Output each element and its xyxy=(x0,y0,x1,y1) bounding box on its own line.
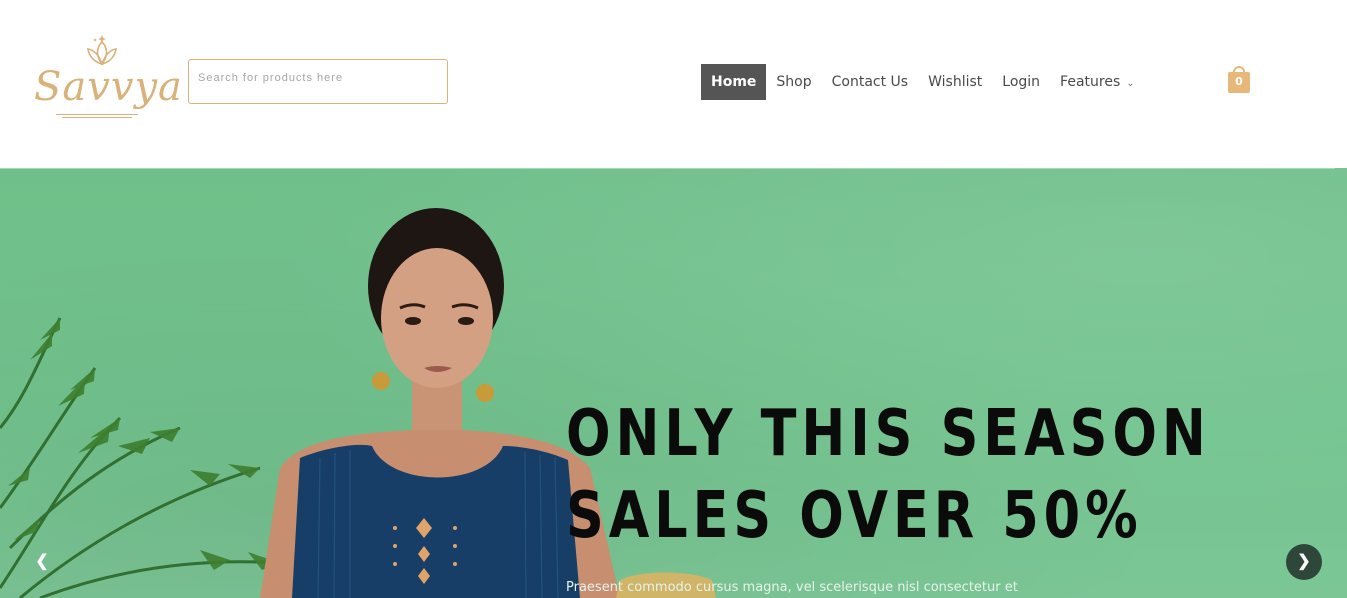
palm-leaves xyxy=(8,318,280,570)
site-header: Savvya Home Shop Contact Us Wishlist Log… xyxy=(0,0,1347,168)
chevron-down-icon: ⌄ xyxy=(1126,78,1135,89)
hero-subtext: Praesent commodo cursus magna, vel scele… xyxy=(566,580,1018,595)
hero-headline-line1: ONLY THIS SEASON xyxy=(566,397,1211,471)
nav-login[interactable]: Login xyxy=(992,64,1050,100)
chevron-right-icon: ❯ xyxy=(1297,553,1311,570)
hero-headline: ONLY THIS SEASON SALES OVER 50% xyxy=(566,393,1211,557)
logo-underline-2 xyxy=(62,117,132,118)
cart-button[interactable]: 0 xyxy=(1227,66,1251,94)
nav-contact-us-label: Contact Us xyxy=(831,74,909,90)
nav-login-label: Login xyxy=(1002,74,1041,90)
logo-underline xyxy=(56,114,138,115)
nav-shop[interactable]: Shop xyxy=(766,64,821,100)
brand-logo[interactable]: Savvya xyxy=(30,34,182,124)
nav-contact-us[interactable]: Contact Us xyxy=(822,64,918,100)
nav-home-label: Home xyxy=(711,74,757,90)
hero-headline-line2: SALES OVER 50% xyxy=(566,479,1143,553)
search-box xyxy=(188,59,448,104)
nav-home[interactable]: Home xyxy=(701,64,767,100)
chevron-left-icon: ❮ xyxy=(35,553,49,570)
nav-wishlist-label: Wishlist xyxy=(928,74,983,90)
brand-name: Savvya xyxy=(34,64,183,110)
nav-shop-label: Shop xyxy=(776,74,812,90)
nav-features-label: Features xyxy=(1060,74,1121,90)
main-nav: Home Shop Contact Us Wishlist Login Feat… xyxy=(701,64,1145,100)
nav-features[interactable]: Features ⌄ xyxy=(1050,64,1145,100)
search-input[interactable] xyxy=(189,60,447,103)
nav-wishlist[interactable]: Wishlist xyxy=(918,64,992,100)
slider-next-button[interactable]: ❯ xyxy=(1286,544,1322,580)
hero-slider: ONLY THIS SEASON SALES OVER 50% Praesent… xyxy=(0,168,1347,598)
cart-count: 0 xyxy=(1235,75,1243,88)
slider-prev-button[interactable]: ❮ xyxy=(24,544,60,580)
